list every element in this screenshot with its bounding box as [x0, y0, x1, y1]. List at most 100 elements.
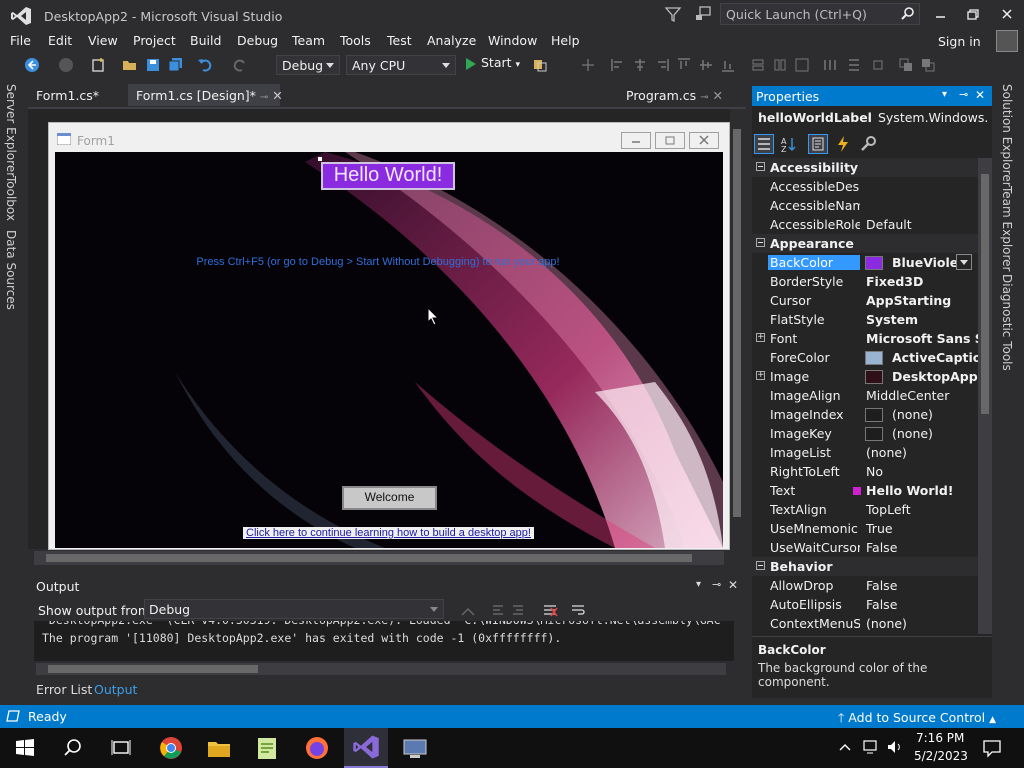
firefox-icon[interactable]	[302, 734, 332, 762]
property-value[interactable]: (none)	[866, 616, 907, 631]
pin-icon[interactable]: ⊸	[260, 92, 268, 103]
next-message-icon[interactable]	[510, 602, 526, 618]
property-value[interactable]: System	[866, 312, 918, 327]
menu-build[interactable]: Build	[190, 33, 221, 48]
navigate-forward-icon[interactable]	[58, 57, 74, 73]
scroll-thumb[interactable]	[981, 174, 989, 414]
property-row[interactable]: ImageKey (none)	[752, 424, 978, 443]
new-project-icon[interactable]	[90, 57, 106, 73]
tab-form1-design[interactable]: Form1.cs [Design]* ⊸ ✕	[128, 84, 283, 106]
property-value[interactable]: BlueViolet	[892, 255, 964, 270]
property-row[interactable]: ImageList (none)	[752, 443, 978, 462]
server-explorer-tab[interactable]: Server Explorer	[4, 84, 18, 177]
property-value[interactable]: False	[866, 578, 897, 593]
toolbox-tab[interactable]: Toolbox	[4, 176, 18, 221]
property-value[interactable]: (none)	[892, 426, 933, 441]
panel-menu-icon[interactable]: ▾	[942, 89, 947, 100]
tab-error-list[interactable]: Error List	[36, 682, 92, 697]
data-sources-tab[interactable]: Data Sources	[4, 230, 18, 310]
property-row[interactable]: AccessibleRole Default	[752, 215, 978, 234]
send-to-back-icon[interactable]	[920, 57, 936, 73]
clear-all-icon[interactable]	[542, 602, 558, 618]
property-category[interactable]: Behavior	[752, 557, 978, 576]
alphabetical-icon[interactable]: AZ	[780, 135, 798, 153]
property-row[interactable]: FlatStyle System	[752, 310, 978, 329]
menu-window[interactable]: Window	[488, 33, 537, 48]
property-value[interactable]: (none)	[866, 445, 907, 460]
property-row[interactable]: ImageIndex (none)	[752, 405, 978, 424]
tab-form1-cs[interactable]: Form1.cs*	[28, 84, 128, 106]
align-rights-icon[interactable]	[654, 57, 670, 73]
bring-to-front-icon[interactable]	[898, 57, 914, 73]
team-explorer-tab[interactable]: Team Explorer	[1000, 186, 1014, 272]
collapse-icon[interactable]	[756, 561, 765, 570]
property-value[interactable]: True	[866, 521, 893, 536]
collapse-icon[interactable]	[756, 238, 765, 247]
menu-tools[interactable]: Tools	[340, 33, 371, 48]
close-tab-icon[interactable]: ✕	[272, 88, 282, 103]
solution-configuration-dropdown[interactable]: Debug	[276, 55, 340, 75]
scroll-thumb[interactable]	[48, 665, 258, 673]
notepad-plus-plus-icon[interactable]	[252, 734, 282, 762]
learn-more-link[interactable]: Click here to continue learning how to b…	[243, 527, 534, 539]
menu-edit[interactable]: Edit	[48, 33, 72, 48]
panel-menu-icon[interactable]: ▾	[696, 579, 701, 590]
scroll-thumb[interactable]	[46, 554, 692, 562]
property-value[interactable]: False	[866, 597, 897, 612]
pin-icon[interactable]: ⊸	[959, 88, 968, 101]
events-icon[interactable]	[834, 135, 852, 153]
property-category[interactable]: Appearance	[752, 234, 978, 253]
menu-test[interactable]: Test	[387, 33, 412, 48]
property-grid[interactable]: Accessibility AccessibleDescri AccessibleN…	[752, 158, 978, 634]
property-value[interactable]: DesktopApp2.I	[892, 369, 978, 384]
sign-in-link[interactable]: Sign in	[938, 34, 981, 49]
make-same-height-icon[interactable]	[772, 57, 788, 73]
show-hidden-icons-icon[interactable]	[838, 740, 852, 754]
property-row[interactable]: ContextMenuStri (none)	[752, 614, 978, 633]
property-row[interactable]: ImageAlign MiddleCenter	[752, 386, 978, 405]
chevron-down-icon[interactable]	[956, 254, 972, 270]
pin-icon[interactable]: ⊸	[700, 92, 708, 103]
restore-icon[interactable]	[962, 5, 984, 25]
save-all-icon[interactable]	[168, 57, 184, 73]
solution-platform-dropdown[interactable]: Any CPU	[346, 55, 456, 75]
search-icon[interactable]	[58, 734, 88, 762]
categorized-icon[interactable]	[754, 134, 774, 154]
add-to-source-control-button[interactable]: 🡑 Add to Source Control ▲	[838, 709, 996, 730]
hello-world-label[interactable]: Hello World!	[321, 162, 455, 190]
property-value[interactable]: No	[866, 464, 883, 479]
network-icon[interactable]	[862, 739, 880, 755]
property-row[interactable]: BorderStyle Fixed3D	[752, 272, 978, 291]
property-value[interactable]: MiddleCenter	[866, 388, 949, 403]
close-panel-icon[interactable]: ✕	[728, 578, 738, 592]
property-row[interactable]: AccessibleDescri	[752, 177, 978, 196]
windows-start-icon[interactable]	[10, 734, 40, 762]
close-window-icon[interactable]	[996, 5, 1018, 25]
account-avatar-icon[interactable]	[996, 30, 1018, 52]
property-pages-icon[interactable]	[860, 135, 878, 153]
make-same-width-icon[interactable]	[750, 57, 766, 73]
menu-debug[interactable]: Debug	[237, 33, 278, 48]
align-centers-icon[interactable]	[632, 57, 648, 73]
property-row[interactable]: UseWaitCursor False	[752, 538, 978, 557]
property-category[interactable]: Accessibility	[752, 158, 978, 177]
save-icon[interactable]	[145, 57, 161, 73]
property-row[interactable]: + Font Microsoft Sans Seri	[752, 329, 978, 348]
menu-help[interactable]: Help	[551, 33, 580, 48]
property-grid-scrollbar[interactable]	[978, 158, 992, 634]
clock-date[interactable]: 5/2/2023	[914, 749, 968, 763]
run-instruction-label[interactable]: Press Ctrl+F5 (or go to Debug > Start Wi…	[55, 256, 701, 268]
property-row[interactable]: Cursor AppStarting	[752, 291, 978, 310]
align-middles-icon[interactable]	[698, 57, 714, 73]
redo-icon[interactable]	[232, 57, 248, 73]
property-row[interactable]: RightToLeft No	[752, 462, 978, 481]
task-view-icon[interactable]	[106, 734, 136, 762]
align-to-grid-icon[interactable]	[580, 57, 596, 73]
property-row[interactable]: UseMnemonic True	[752, 519, 978, 538]
notification-filter-icon[interactable]	[664, 5, 682, 23]
previous-message-icon[interactable]	[490, 602, 506, 618]
properties-view-icon[interactable]	[808, 134, 828, 154]
toolbox-layout-icon[interactable]	[532, 57, 548, 73]
close-panel-icon[interactable]: ✕	[975, 88, 985, 102]
align-tops-icon[interactable]	[676, 57, 692, 73]
